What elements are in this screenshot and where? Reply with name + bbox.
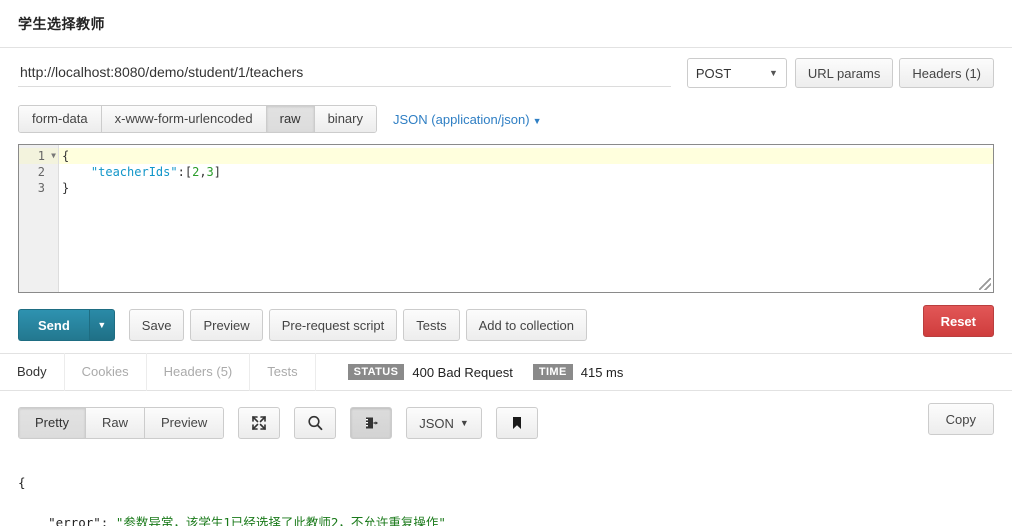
response-status-area: STATUS 400 Bad Request TIME 415 ms (347, 364, 624, 380)
request-url-input[interactable] (18, 59, 671, 87)
code-line-1: { (59, 148, 993, 164)
response-toolbar: Pretty Raw Preview JSON ▼ Copy (0, 391, 1012, 443)
save-button[interactable]: Save (128, 309, 185, 341)
request-body-type-tabs: form-data x-www-form-urlencoded raw bina… (0, 98, 1012, 140)
bookmark-button[interactable] (495, 407, 538, 439)
body-tab-urlencoded[interactable]: x-www-form-urlencoded (101, 106, 267, 132)
chevron-down-icon: ▼ (97, 320, 107, 330)
response-view-raw[interactable]: Raw (85, 408, 145, 438)
response-tab-bar: Body Cookies Headers (5) Tests STATUS 40… (0, 353, 1012, 391)
code-key-teacherids: "teacherIds" (90, 165, 178, 179)
request-action-row: Send ▼ Save Preview Pre-request script T… (0, 293, 1012, 345)
response-error-message: "参数异常，该学生1已经选择了此教师2，不允许重复操作" (115, 515, 446, 526)
expand-button[interactable] (238, 407, 281, 439)
editor-code-area[interactable]: { "teacherIds":[2,3] } (59, 145, 993, 292)
time-badge-label: TIME (532, 364, 573, 380)
editor-inner: 1 ▼ 2 3 { "teacherIds":[2,3] } (19, 145, 993, 292)
response-tab-headers[interactable]: Headers (5) (147, 353, 251, 391)
headers-button[interactable]: Headers (1) (899, 58, 994, 88)
pre-request-script-button[interactable]: Pre-request script (268, 309, 398, 341)
preview-button[interactable]: Preview (190, 309, 263, 341)
page-title: 学生选择教师 (18, 15, 105, 32)
line-number: 1 (37, 149, 45, 163)
response-open-brace: { (18, 475, 26, 490)
send-button-group: Send ▼ (18, 309, 115, 341)
expand-arrows-icon (252, 416, 267, 430)
gutter-line-3: 3 (19, 180, 58, 196)
line-number: 2 (37, 165, 45, 179)
code-array-open: [ (184, 165, 193, 179)
response-body[interactable]: { "error": "参数异常，该学生1已经选择了此教师2，不允许重复操作" … (0, 443, 1012, 526)
gutter-line-2: 2 (19, 164, 58, 180)
send-options-dropdown[interactable]: ▼ (88, 309, 115, 341)
send-button[interactable]: Send (18, 309, 89, 341)
titlebar: 学生选择教师 (0, 0, 1012, 48)
response-tab-tests[interactable]: Tests (250, 353, 316, 391)
line-number: 3 (37, 181, 45, 195)
search-icon (308, 415, 323, 431)
response-tab-cookies[interactable]: Cookies (65, 353, 147, 391)
chevron-down-icon: ▼ (459, 418, 469, 428)
body-type-segmented-control: form-data x-www-form-urlencoded raw bina… (18, 105, 377, 133)
http-method-select[interactable]: POST ▼ (686, 58, 787, 88)
body-tab-raw[interactable]: raw (266, 106, 315, 132)
add-to-collection-button[interactable]: Add to collection (465, 309, 588, 341)
content-type-label: JSON (application/json) (393, 111, 530, 127)
editor-gutter: 1 ▼ 2 3 (19, 145, 59, 292)
url-params-button[interactable]: URL params (794, 58, 894, 88)
response-colon: : (100, 515, 116, 526)
status-badge-label: STATUS (347, 364, 405, 380)
body-tab-binary[interactable]: binary (314, 106, 376, 132)
code-colon: : (177, 165, 185, 179)
code-close-brace: } (62, 181, 70, 195)
status-value: 400 Bad Request (412, 364, 513, 380)
postman-interceptor-window: 学生选择教师 POST ▼ URL params Headers (1) for… (0, 0, 1012, 526)
code-open-brace: { (62, 149, 70, 163)
code-array-close: ] (213, 165, 222, 179)
body-tab-form-data[interactable]: form-data (19, 106, 102, 132)
search-button[interactable] (294, 407, 337, 439)
request-url-row: POST ▼ URL params Headers (1) (0, 48, 1012, 98)
response-line-2: "error": "参数异常，该学生1已经选择了此教师2，不允许重复操作" (18, 513, 994, 526)
response-format-dropdown[interactable]: JSON ▼ (406, 407, 482, 439)
chevron-down-icon: ▼ (768, 68, 778, 78)
response-tab-body[interactable]: Body (0, 353, 65, 391)
response-view-pretty[interactable]: Pretty (19, 408, 86, 438)
code-line-3: } (59, 180, 993, 196)
word-wrap-button[interactable] (350, 407, 393, 439)
response-key-error: "error" (48, 515, 101, 526)
code-value-second: 3 (206, 165, 214, 179)
response-view-segmented-control: Pretty Raw Preview (18, 407, 225, 439)
fold-toggle-icon[interactable]: ▼ (51, 148, 56, 164)
code-line-2: "teacherIds":[2,3] (59, 164, 993, 180)
word-wrap-icon (366, 417, 378, 429)
chevron-down-icon: ▼ (532, 115, 542, 126)
response-indent (18, 515, 48, 526)
reset-button[interactable]: Reset (922, 305, 994, 337)
response-view-preview[interactable]: Preview (144, 408, 224, 438)
content-type-dropdown[interactable]: JSON (application/json) ▼ (393, 112, 541, 127)
response-line-1: { (18, 473, 994, 493)
bookmark-icon (512, 417, 521, 429)
http-method-value: POST (695, 65, 732, 81)
tests-button[interactable]: Tests (403, 309, 460, 341)
request-body-editor[interactable]: 1 ▼ 2 3 { "teacherIds":[2,3] } (18, 144, 994, 293)
time-value: 415 ms (580, 364, 624, 380)
response-format-label: JSON (419, 415, 454, 431)
editor-resize-handle[interactable] (979, 278, 991, 290)
gutter-line-1: 1 ▼ (19, 148, 58, 164)
copy-button[interactable]: Copy (927, 403, 994, 435)
code-comma: , (199, 165, 207, 179)
